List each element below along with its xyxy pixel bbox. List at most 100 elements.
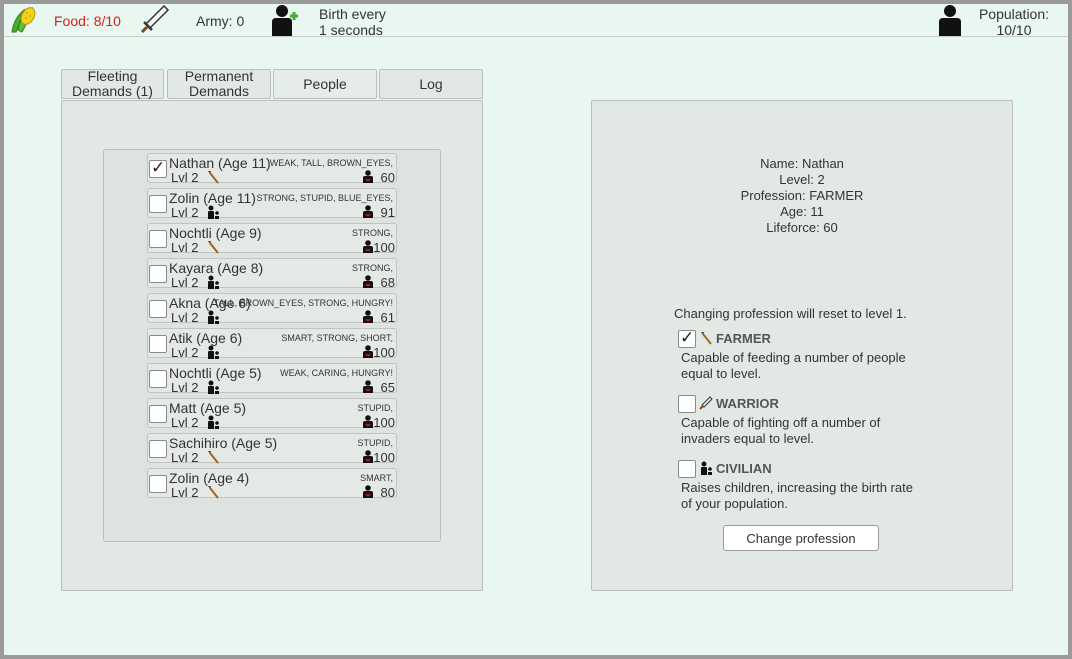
- parent-child-icon: [208, 310, 219, 324]
- person-name: Atik (Age 6): [169, 330, 243, 346]
- change-profession-button[interactable]: Change profession: [723, 525, 879, 551]
- warrior-checkbox[interactable]: [678, 395, 696, 413]
- sword-icon: [699, 396, 713, 410]
- hoe-icon: [208, 486, 219, 499]
- population-counter: Population: 10/10: [978, 6, 1050, 38]
- tab-log[interactable]: Log: [379, 69, 483, 99]
- person-row[interactable]: STRONG, STUPID, BLUE_EYES, Zolin (Age 11)…: [147, 188, 397, 220]
- person-level: Lvl 2: [171, 380, 199, 395]
- person-row[interactable]: SMART, Zolin (Age 4) Lvl 2 80: [147, 468, 397, 500]
- parent-child-icon: [701, 461, 712, 475]
- population-person-icon: [939, 5, 961, 36]
- tab-people[interactable]: People: [273, 69, 377, 99]
- person-name: Sachihiro (Age 5): [169, 435, 278, 451]
- person-select-checkbox[interactable]: [149, 158, 167, 178]
- detail-age: Age: 11: [780, 204, 824, 219]
- lifeforce-person-icon: [363, 450, 373, 463]
- hoe-icon: [208, 241, 219, 254]
- lifeforce-person-icon: [363, 485, 373, 498]
- person-level: Lvl 2: [171, 170, 199, 185]
- person-row[interactable]: STRONG, Nochtli (Age 9) Lvl 2 100: [147, 223, 397, 255]
- resource-bar: Food: 8/10 Army: 0 Birth every 1 seconds…: [4, 4, 1068, 38]
- person-name: Akna (Age 6): [169, 295, 251, 311]
- person-level: Lvl 2: [171, 450, 199, 465]
- person-name: Zolin (Age 11): [169, 190, 256, 206]
- person-traits: WEAK, CARING, HUNGRY!: [280, 368, 393, 378]
- tab-permanent-demands[interactable]: Permanent Demands: [167, 69, 271, 99]
- person-select-checkbox[interactable]: [149, 405, 167, 423]
- person-lifeforce: 61: [380, 310, 395, 325]
- sword-icon: [140, 4, 170, 34]
- person-select-checkbox[interactable]: [149, 370, 167, 388]
- parent-child-icon: [208, 205, 219, 219]
- warrior-description: Capable of fighting off a number of inva…: [681, 415, 881, 446]
- person-traits: STRONG,: [351, 263, 393, 273]
- civilian-checkbox[interactable]: [678, 460, 696, 478]
- lifeforce-person-icon: [363, 310, 373, 323]
- person-row[interactable]: TALL, BROWN_EYES, STRONG, HUNGRY! Akna (A…: [147, 293, 397, 325]
- person-lifeforce: 100: [373, 450, 395, 465]
- parent-child-icon: [208, 380, 219, 394]
- person-select-checkbox[interactable]: [149, 335, 167, 353]
- person-traits: STRONG,: [351, 228, 393, 238]
- parent-child-icon: [208, 275, 219, 289]
- farmer-label: FARMER: [716, 331, 771, 346]
- person-lifeforce: 60: [380, 170, 395, 185]
- parent-child-icon: [208, 345, 219, 359]
- person-name: Nochtli (Age 5): [169, 365, 262, 381]
- lifeforce-person-icon: [363, 345, 373, 358]
- window-frame-bottom: [0, 655, 1072, 659]
- person-name: Matt (Age 5): [169, 400, 247, 416]
- person-lifeforce: 100: [373, 345, 395, 360]
- person-traits: SMART, STRONG, SHORT,: [281, 333, 393, 343]
- person-select-checkbox[interactable]: [149, 230, 167, 248]
- person-traits: SMART,: [360, 473, 393, 483]
- army-counter: Army: 0: [196, 13, 245, 29]
- person-name: Kayara (Age 8): [169, 260, 264, 276]
- person-lifeforce: 100: [373, 240, 395, 255]
- person-level: Lvl 2: [171, 485, 199, 500]
- person-lifeforce: 100: [373, 415, 395, 430]
- person-traits: STRONG, STUPID, BLUE_EYES,: [256, 193, 393, 203]
- farmer-description: Capable of feeding a number of people eq…: [681, 350, 906, 381]
- corn-icon: [11, 6, 36, 33]
- lifeforce-person-icon: [363, 380, 373, 393]
- detail-lifeforce: Lifeforce: 60: [766, 220, 838, 235]
- hoe-icon: [208, 171, 219, 184]
- person-lifeforce: 91: [380, 205, 395, 220]
- tab-fleeting-demands[interactable]: Fleeting Demands (1): [61, 69, 164, 99]
- person-row[interactable]: STUPID, Sachihiro (Age 5) Lvl 2 100: [147, 433, 397, 465]
- person-level: Lvl 2: [171, 345, 199, 360]
- person-level: Lvl 2: [171, 415, 199, 430]
- person-name: Nathan (Age 11): [169, 155, 271, 171]
- person-select-checkbox[interactable]: [149, 475, 167, 493]
- person-level: Lvl 2: [171, 240, 199, 255]
- civilian-label: CIVILIAN: [716, 461, 772, 476]
- person-select-checkbox[interactable]: [149, 300, 167, 318]
- person-select-checkbox[interactable]: [149, 265, 167, 283]
- person-traits: WEAK, TALL, BROWN_EYES,: [269, 158, 393, 168]
- birth-rate: Birth every 1 seconds: [319, 6, 386, 38]
- warrior-label: WARRIOR: [716, 396, 779, 411]
- lifeforce-person-icon: [363, 170, 373, 183]
- person-details: Name: Nathan Level: 2 Profession: FARMER…: [592, 156, 1012, 236]
- farmer-checkbox[interactable]: [678, 328, 696, 348]
- civilian-description: Raises children, increasing the birth ra…: [681, 480, 913, 511]
- person-row[interactable]: WEAK, TALL, BROWN_EYES,Nathan (Age 11)Lv…: [147, 153, 397, 185]
- person-row[interactable]: STRONG, Kayara (Age 8) Lvl 2 68: [147, 258, 397, 290]
- person-select-checkbox[interactable]: [149, 440, 167, 458]
- person-row[interactable]: STUPID, Matt (Age 5) Lvl 2 100: [147, 398, 397, 430]
- person-select-checkbox[interactable]: [149, 195, 167, 213]
- person-row[interactable]: SMART, STRONG, SHORT, Atik (Age 6) Lvl 2 10…: [147, 328, 397, 360]
- profession-warning: Changing profession will reset to level …: [674, 306, 907, 321]
- person-level: Lvl 2: [171, 275, 199, 290]
- window-frame-left: [0, 0, 4, 659]
- person-lifeforce: 80: [380, 485, 395, 500]
- lifeforce-person-icon: [363, 240, 373, 253]
- person-name: Zolin (Age 4): [169, 470, 250, 486]
- person-row[interactable]: WEAK, CARING, HUNGRY! Nochtli (Age 5) Lvl …: [147, 363, 397, 395]
- window-frame-right: [1068, 0, 1072, 659]
- parent-child-icon: [208, 415, 219, 429]
- birth-person-icon: [272, 5, 298, 36]
- detail-level: Level: 2: [779, 172, 825, 187]
